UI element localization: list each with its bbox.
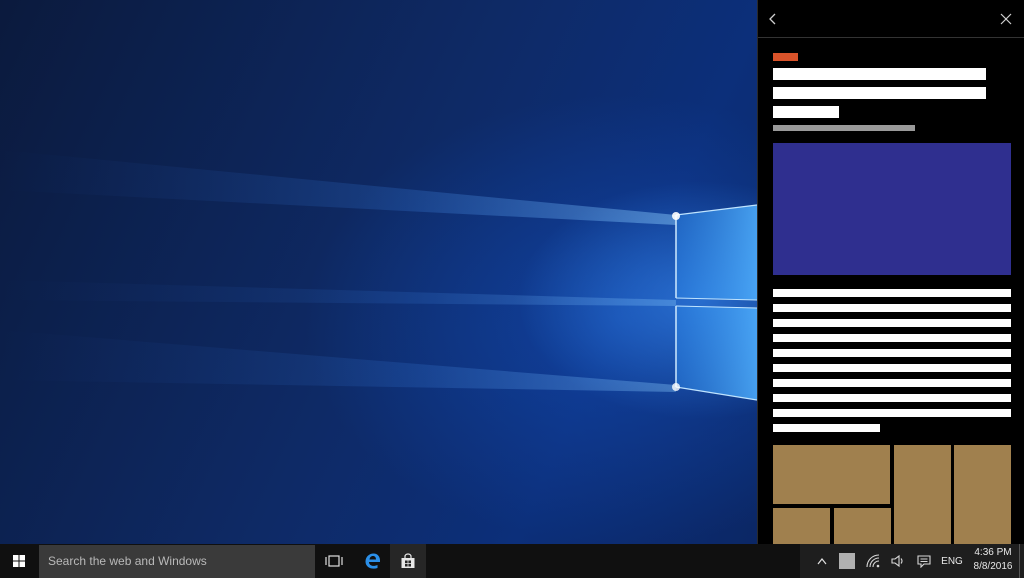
article-hero-image	[773, 143, 1011, 275]
network-icon	[866, 554, 880, 568]
body-text-line	[773, 349, 1011, 357]
search-placeholder: Search the web and Windows	[48, 554, 207, 568]
related-tile[interactable]	[954, 445, 1011, 544]
edge-browser-button[interactable]	[355, 544, 391, 578]
input-language-button[interactable]: ENG	[940, 544, 964, 578]
body-text-line	[773, 289, 1011, 297]
body-text-line	[773, 304, 1011, 312]
related-tile[interactable]	[773, 508, 830, 544]
article-byline	[773, 125, 915, 131]
body-text-line	[773, 424, 880, 432]
clock-button[interactable]: 4:36 PM 8/8/2016	[968, 546, 1018, 576]
category-tag	[773, 53, 798, 61]
start-button[interactable]	[0, 544, 38, 578]
task-view-icon	[325, 555, 343, 567]
volume-button[interactable]	[886, 544, 910, 578]
screen: Search the web and Windows ENG 4:36 PM 8…	[0, 0, 1024, 578]
back-button[interactable]	[762, 8, 784, 30]
store-button[interactable]	[390, 544, 426, 578]
windows-logo-wallpaper	[0, 150, 757, 401]
windows-logo-icon	[13, 555, 25, 567]
show-desktop-button[interactable]	[1019, 544, 1024, 578]
close-icon	[1000, 13, 1012, 25]
speaker-icon	[891, 554, 903, 568]
message-icon	[917, 555, 931, 568]
task-view-button[interactable]	[316, 544, 352, 578]
related-tile[interactable]	[894, 445, 951, 544]
close-button[interactable]	[995, 8, 1017, 30]
body-text-line	[773, 319, 1011, 327]
panel-header	[758, 0, 1024, 38]
edge-icon	[365, 553, 381, 569]
body-text-line	[773, 364, 1011, 372]
tray-app-button[interactable]	[835, 544, 859, 578]
taskbar: Search the web and Windows ENG 4:36 PM 8…	[0, 544, 1024, 578]
related-tile[interactable]	[773, 445, 890, 504]
article-title-line	[773, 68, 986, 80]
article-panel	[757, 0, 1024, 544]
clock-time: 4:36 PM	[974, 547, 1012, 558]
article-title-line	[773, 106, 839, 118]
tray-app-icon	[839, 553, 855, 569]
body-text-line	[773, 334, 1011, 342]
body-text-line	[773, 409, 1011, 417]
action-center-button[interactable]	[912, 544, 936, 578]
back-arrow-icon	[769, 13, 776, 25]
body-text-line	[773, 379, 1011, 387]
related-tile[interactable]	[834, 508, 891, 544]
article-title-line	[773, 87, 986, 99]
chevron-up-icon	[817, 558, 827, 565]
show-hidden-icons-button[interactable]	[810, 544, 834, 578]
clock-date: 8/8/2016	[973, 561, 1013, 572]
body-text-line	[773, 394, 1011, 402]
system-tray: ENG 4:36 PM 8/8/2016	[800, 544, 1024, 578]
store-bag-icon	[401, 553, 415, 568]
network-button[interactable]	[861, 544, 885, 578]
search-input[interactable]: Search the web and Windows	[39, 545, 315, 578]
